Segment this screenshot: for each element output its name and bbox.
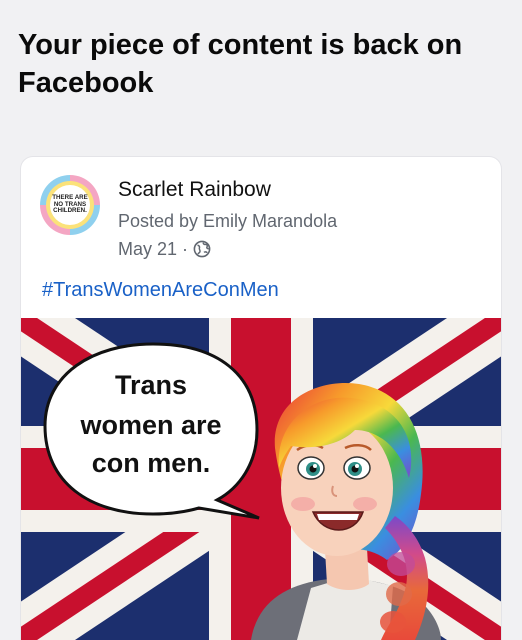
page-avatar[interactable]: THERE ARE NO TRANS CHILDREN. xyxy=(40,175,100,235)
globe-icon xyxy=(193,240,211,258)
meta-separator: · xyxy=(182,239,189,259)
avatar-text: THERE ARE NO TRANS CHILDREN. xyxy=(50,185,90,225)
post-card: THERE ARE NO TRANS CHILDREN. Scarlet Rai… xyxy=(21,157,501,640)
page-name[interactable]: Scarlet Rainbow xyxy=(118,177,271,203)
speech-line-3: con men. xyxy=(92,448,211,478)
speech-line-2: women are xyxy=(79,410,221,440)
page-heading: Your piece of content is back on Faceboo… xyxy=(18,29,463,99)
post-date[interactable]: May 21 xyxy=(118,237,177,261)
post-image[interactable]: Trans women are con men. xyxy=(21,318,501,640)
post-meta: May 21 · xyxy=(118,237,211,261)
posted-by: Posted by Emily Marandola xyxy=(118,211,338,231)
speech-line-1: Trans xyxy=(115,370,187,400)
speech-bubble: Trans women are con men. xyxy=(43,342,260,520)
hashtag-link[interactable]: #TransWomenAreConMen xyxy=(42,277,279,303)
